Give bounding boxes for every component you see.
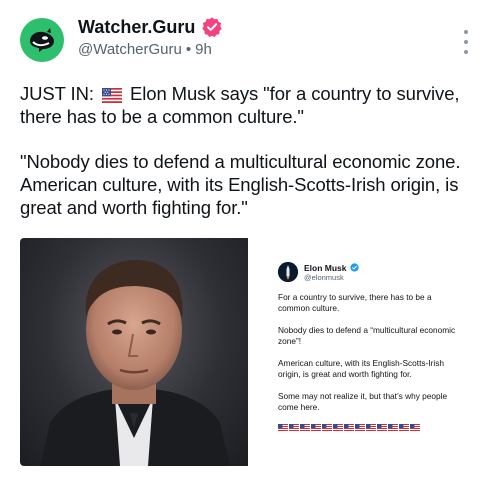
meta-row: @WatcherGuru • 9h	[78, 41, 212, 58]
us-flag-icon	[399, 424, 409, 431]
post-header: Watcher.Guru @WatcherGuru • 9h	[20, 14, 480, 64]
us-flag-icon	[101, 88, 122, 103]
account-handle[interactable]: @WatcherGuru	[78, 41, 182, 58]
us-flag-icon	[344, 424, 354, 431]
account-avatar[interactable]	[20, 18, 64, 62]
post-media[interactable]: Elon Musk @elonmusk For a country to sur…	[20, 238, 478, 466]
embedded-name-row: Elon Musk	[304, 263, 359, 273]
us-flag-icon	[322, 424, 332, 431]
us-flag-icon	[289, 424, 299, 431]
us-flag-icon	[355, 424, 365, 431]
us-flag-icon	[410, 424, 420, 431]
embedded-text: For a country to survive, there has to b…	[278, 292, 464, 431]
portrait-photo[interactable]	[20, 238, 248, 466]
embedded-header: Elon Musk @elonmusk	[278, 262, 464, 282]
embedded-paragraph-1: For a country to survive, there has to b…	[278, 292, 432, 313]
embedded-name[interactable]: Elon Musk	[304, 263, 347, 273]
us-flag-icon	[300, 424, 310, 431]
post-card: Watcher.Guru @WatcherGuru • 9h JUST IN:	[0, 0, 500, 487]
name-row: Watcher.Guru	[78, 16, 223, 38]
verified-check-icon	[349, 263, 359, 272]
us-flag-icon	[377, 424, 387, 431]
embedded-handle[interactable]: @elonmusk	[304, 273, 359, 282]
display-name[interactable]: Watcher.Guru	[78, 17, 195, 38]
embedded-paragraph-4: Some may not realize it, but that’s why …	[278, 391, 448, 412]
embedded-avatar[interactable]	[278, 262, 298, 282]
us-flag-icon	[311, 424, 321, 431]
post-time[interactable]: 9h	[195, 41, 212, 58]
us-flag-icon	[366, 424, 376, 431]
meta-separator: •	[185, 41, 192, 58]
verified-badge-icon	[202, 17, 223, 38]
us-flag-icon	[278, 424, 288, 431]
embedded-paragraph-2: Nobody dies to defend a “multicultural e…	[278, 325, 456, 346]
orca-logo-icon	[30, 28, 54, 52]
embedded-paragraph-3: American culture, with its English-Scott…	[278, 358, 444, 379]
more-options-icon[interactable]	[456, 30, 476, 54]
post-paragraph-2: "Nobody dies to defend a multicultural e…	[20, 151, 461, 218]
us-flag-icon	[333, 424, 343, 431]
post-body: JUST IN: Elon Musk says "for a country t…	[20, 82, 482, 241]
post-line1-prefix: JUST IN:	[20, 83, 94, 104]
post-paragraph-1: JUST IN: Elon Musk says "for a country t…	[20, 82, 482, 128]
flag-row	[278, 424, 464, 431]
rocket-icon	[278, 262, 298, 282]
portrait-illustration	[40, 260, 230, 466]
embedded-post[interactable]: Elon Musk @elonmusk For a country to sur…	[248, 238, 478, 466]
us-flag-icon	[388, 424, 398, 431]
